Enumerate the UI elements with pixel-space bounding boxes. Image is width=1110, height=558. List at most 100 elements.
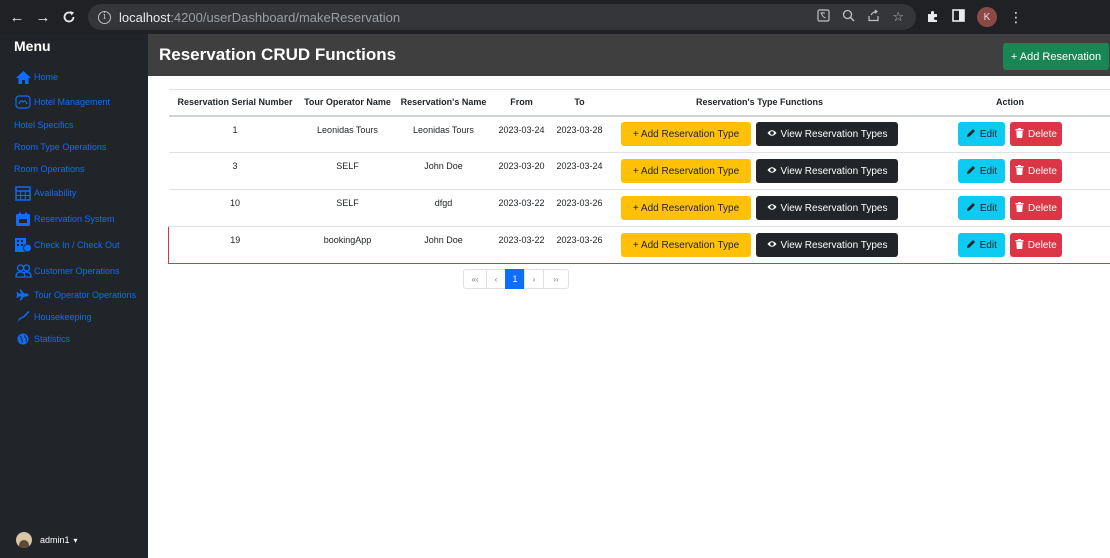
translate-icon[interactable] xyxy=(817,9,830,25)
url-host: localhost xyxy=(119,9,171,25)
address-bar[interactable]: i localhost:4200/userDashboard/makeReser… xyxy=(88,4,916,30)
add-reservation-type-button[interactable]: + Add Reservation Type xyxy=(621,159,751,183)
cell-from: 2023-03-22 xyxy=(493,189,550,227)
add-reservation-type-button[interactable]: + Add Reservation Type xyxy=(621,233,751,257)
delete-button[interactable]: Delete xyxy=(1010,122,1062,147)
sidebar-item-room-operations[interactable]: Room Operations xyxy=(0,158,148,180)
sidebar-item-statistics[interactable]: Statistics xyxy=(0,328,148,350)
pencil-icon xyxy=(966,128,976,141)
user-menu[interactable]: admin1 ▾ xyxy=(16,532,78,548)
cell-type-functions: + Add Reservation Type View Reservation T… xyxy=(609,226,910,264)
cell-to: 2023-03-26 xyxy=(549,189,610,227)
view-reservation-types-button[interactable]: View Reservation Types xyxy=(756,122,898,147)
cell-from: 2023-03-24 xyxy=(493,115,550,153)
browser-menu-icon[interactable]: ⋮ xyxy=(1009,9,1023,26)
table-row: 10 SELF dfgd 2023-03-22 2023-03-26 + Add Rese… xyxy=(168,189,1110,227)
page-title: Reservation CRUD Functions xyxy=(159,45,397,64)
sidebar-item-label: Statistics xyxy=(34,334,71,344)
cell-type-functions: + Add Reservation Type View Reservation T… xyxy=(609,115,910,153)
add-reservation-type-button[interactable]: + Add Reservation Type xyxy=(621,122,751,147)
edit-label: Edit xyxy=(979,165,998,177)
trash-icon xyxy=(1015,164,1024,178)
delete-button[interactable]: Delete xyxy=(1009,233,1062,257)
sidebar-item-housekeeping[interactable]: Housekeeping xyxy=(0,306,148,328)
url-path: :4200/userDashboard/makeReservation xyxy=(170,9,401,25)
edit-button[interactable]: Edit xyxy=(958,159,1005,183)
pagination-prev-button[interactable]: ‹ xyxy=(486,269,506,289)
sidebar-item-check-in-out[interactable]: Check In / Check Out xyxy=(0,232,148,258)
edit-label: Edit xyxy=(979,128,998,140)
add-reservation-type-button[interactable]: + Add Reservation Type xyxy=(621,196,751,220)
edit-button[interactable]: Edit xyxy=(958,196,1005,220)
sidebar-item-label: Reservation System xyxy=(34,214,115,224)
column-header-operator: Tour Operator Name xyxy=(301,89,394,117)
info-icon[interactable]: i xyxy=(98,10,111,24)
cell-to: 2023-03-28 xyxy=(549,115,610,153)
pagination-first-button[interactable]: «‹ xyxy=(463,269,487,289)
view-reservation-types-button[interactable]: View Reservation Types xyxy=(756,233,898,257)
side-panel-icon[interactable] xyxy=(952,9,965,25)
main-content: Reservation CRUD Functions + Add Reserva… xyxy=(148,34,1110,558)
sidebar-item-hotel-specifics[interactable]: Hotel Specifics xyxy=(0,114,148,136)
sidebar-item-label: Customer Operations xyxy=(34,266,120,276)
sidebar-item-label: Hotel Management xyxy=(34,97,111,107)
sidebar: Menu Home Hotel Management Hotel Specifi… xyxy=(0,34,148,558)
pagination-next-button[interactable]: › xyxy=(524,269,544,289)
pagination-last-button[interactable]: ›› xyxy=(543,269,569,289)
add-reservation-button[interactable]: + Add Reservation xyxy=(1003,43,1109,70)
globe-icon xyxy=(14,330,32,348)
reload-icon[interactable] xyxy=(58,6,80,28)
sidebar-item-reservation-system[interactable]: Reservation System xyxy=(0,206,148,232)
pencil-icon xyxy=(966,239,976,252)
column-header-action: Action xyxy=(909,89,1110,117)
sidebar-item-customer-operations[interactable]: Customer Operations xyxy=(0,258,148,284)
cell-action: Edit Delete xyxy=(909,115,1110,153)
cell-reservation-name: Leonidas Tours xyxy=(393,115,494,153)
cell-operator: SELF xyxy=(301,189,394,227)
sidebar-item-hotel-management[interactable]: Hotel Management xyxy=(0,90,148,114)
delete-label: Delete xyxy=(1028,202,1057,214)
browser-toolbar: ← → i localhost:4200/userDashboard/makeR… xyxy=(0,0,1110,34)
sidebar-item-home[interactable]: Home xyxy=(0,64,148,90)
pagination: «‹ ‹ 1 › ›› xyxy=(463,269,569,289)
cell-type-functions: + Add Reservation Type View Reservation T… xyxy=(609,189,910,227)
table-row: 1 Leonidas Tours Leonidas Tours 2023-03-24 2… xyxy=(168,115,1110,153)
table-header-row: Reservation Serial Number Tour Operator … xyxy=(168,89,1110,117)
column-header-serial: Reservation Serial Number xyxy=(168,89,302,117)
calendar-grid-icon xyxy=(14,184,32,202)
column-header-to: To xyxy=(549,89,610,117)
view-reservation-types-button[interactable]: View Reservation Types xyxy=(756,159,898,183)
reservations-table: Reservation Serial Number Tour Operator … xyxy=(168,89,1110,264)
sidebar-item-room-type-operations[interactable]: Room Type Operations xyxy=(0,136,148,158)
profile-avatar[interactable]: K xyxy=(977,7,997,27)
delete-label: Delete xyxy=(1028,128,1057,140)
back-arrow-icon[interactable]: ← xyxy=(6,6,28,28)
cell-to: 2023-03-26 xyxy=(549,226,610,264)
delete-button[interactable]: Delete xyxy=(1010,196,1062,220)
delete-label: Delete xyxy=(1027,239,1057,251)
page-header: Reservation CRUD Functions + Add Reserva… xyxy=(148,34,1110,76)
edit-button[interactable]: Edit xyxy=(958,122,1005,147)
delete-button[interactable]: Delete xyxy=(1010,159,1062,183)
table-body: 1 Leonidas Tours Leonidas Tours 2023-03-24 2… xyxy=(168,115,1110,264)
broom-icon xyxy=(14,308,32,326)
zoom-icon[interactable] xyxy=(842,9,855,25)
forward-arrow-icon[interactable]: → xyxy=(32,6,54,28)
sidebar-item-label: Tour Operator Operations xyxy=(34,290,137,300)
sidebar-item-tour-operator-operations[interactable]: Tour Operator Operations xyxy=(0,284,148,306)
menu-title: Menu xyxy=(14,38,51,54)
view-reservation-types-button[interactable]: View Reservation Types xyxy=(756,196,898,220)
check-in-out-icon xyxy=(14,236,32,254)
view-reservation-types-label: View Reservation Types xyxy=(780,165,888,177)
cell-operator: bookingApp xyxy=(301,226,394,264)
pencil-icon xyxy=(966,202,976,215)
cell-reservation-name: dfgd xyxy=(393,189,494,227)
bookmark-star-icon[interactable]: ☆ xyxy=(892,9,904,25)
column-header-name: Reservation's Name xyxy=(393,89,494,117)
extensions-puzzle-icon[interactable] xyxy=(926,9,940,26)
edit-button[interactable]: Edit xyxy=(957,233,1005,257)
cell-from: 2023-03-22 xyxy=(493,226,550,264)
share-icon[interactable] xyxy=(867,9,880,25)
pagination-page-1[interactable]: 1 xyxy=(505,269,525,289)
sidebar-item-availability[interactable]: Availability xyxy=(0,180,148,206)
